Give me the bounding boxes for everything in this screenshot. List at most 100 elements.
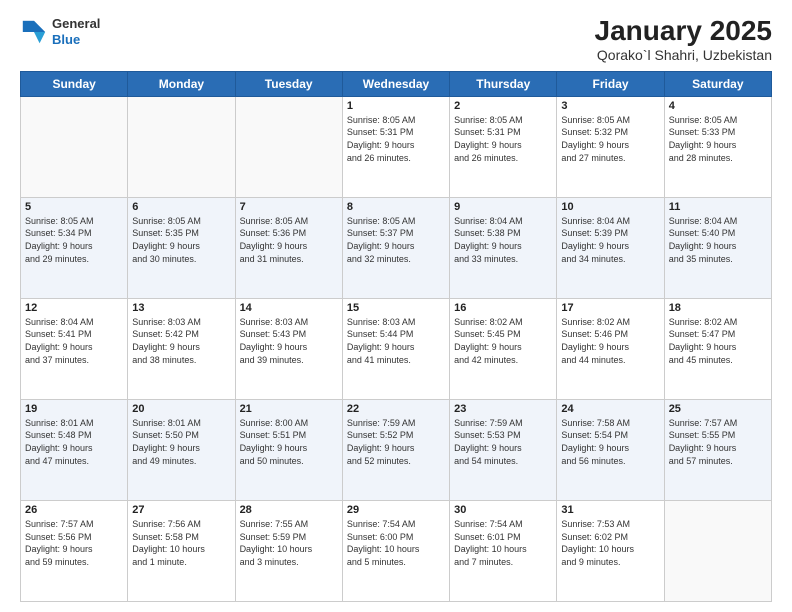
logo-text: General Blue [52, 16, 100, 47]
day-info: Sunrise: 7:54 AM Sunset: 6:01 PM Dayligh… [454, 518, 552, 568]
day-number: 13 [132, 302, 230, 314]
calendar-cell: 13 Sunrise: 8:03 AM Sunset: 5:42 PM Dayli… [128, 298, 235, 399]
day-number: 15 [347, 302, 445, 314]
day-info: Sunrise: 8:05 AM Sunset: 5:37 PM Dayligh… [347, 215, 445, 265]
day-number: 12 [25, 302, 123, 314]
calendar-cell: 29 Sunrise: 7:54 AM Sunset: 6:00 PM Dayli… [342, 500, 449, 601]
day-info: Sunrise: 8:05 AM Sunset: 5:36 PM Dayligh… [240, 215, 338, 265]
day-number: 4 [669, 100, 767, 112]
calendar-cell: 17Sunrise: 8:02 AM Sunset: 5:46 PM Dayli… [557, 298, 664, 399]
day-info: Sunrise: 7:53 AM Sunset: 6:02 PM Dayligh… [561, 518, 659, 568]
calendar-cell: 26Sunrise: 7:57 AM Sunset: 5:56 PM Dayli… [21, 500, 128, 601]
day-info: Sunrise: 7:54 AM Sunset: 6:00 PM Dayligh… [347, 518, 445, 568]
calendar-cell: 14 Sunrise: 8:03 AM Sunset: 5:43 PM Dayli… [235, 298, 342, 399]
calendar-cell: 24Sunrise: 7:58 AM Sunset: 5:54 PM Dayli… [557, 399, 664, 500]
calendar-week-row-3: 19Sunrise: 8:01 AM Sunset: 5:48 PM Dayli… [21, 399, 772, 500]
day-number: 3 [561, 100, 659, 112]
calendar-cell: 27 Sunrise: 7:56 AM Sunset: 5:58 PM Dayli… [128, 500, 235, 601]
day-number: 30 [454, 504, 552, 516]
day-number: 20 [132, 403, 230, 415]
day-info: Sunrise: 8:01 AM Sunset: 5:50 PM Dayligh… [132, 417, 230, 467]
calendar-cell [128, 96, 235, 197]
day-info: Sunrise: 8:04 AM Sunset: 5:38 PM Dayligh… [454, 215, 552, 265]
day-info: Sunrise: 8:02 AM Sunset: 5:47 PM Dayligh… [669, 316, 767, 366]
day-number: 19 [25, 403, 123, 415]
day-number: 16 [454, 302, 552, 314]
logo: General Blue [20, 16, 100, 47]
day-number: 11 [669, 201, 767, 213]
day-number: 29 [347, 504, 445, 516]
title-section: January 2025 Qorako`l Shahri, Uzbekistan [595, 16, 772, 63]
calendar-cell: 3 Sunrise: 8:05 AM Sunset: 5:32 PM Daylig… [557, 96, 664, 197]
day-number: 1 [347, 100, 445, 112]
calendar-cell: 11 Sunrise: 8:04 AM Sunset: 5:40 PM Dayli… [664, 197, 771, 298]
calendar-cell: 2 Sunrise: 8:05 AM Sunset: 5:31 PM Daylig… [450, 96, 557, 197]
calendar-week-row-0: 1 Sunrise: 8:05 AM Sunset: 5:31 PM Daylig… [21, 96, 772, 197]
day-info: Sunrise: 8:05 AM Sunset: 5:35 PM Dayligh… [132, 215, 230, 265]
day-number: 5 [25, 201, 123, 213]
day-info: Sunrise: 7:56 AM Sunset: 5:58 PM Dayligh… [132, 518, 230, 568]
day-number: 25 [669, 403, 767, 415]
logo-icon [20, 18, 48, 46]
day-number: 18 [669, 302, 767, 314]
header: General Blue January 2025 Qorako`l Shahr… [20, 16, 772, 63]
calendar-cell: 8 Sunrise: 8:05 AM Sunset: 5:37 PM Daylig… [342, 197, 449, 298]
day-info: Sunrise: 7:58 AM Sunset: 5:54 PM Dayligh… [561, 417, 659, 467]
day-info: Sunrise: 7:59 AM Sunset: 5:53 PM Dayligh… [454, 417, 552, 467]
logo-general-text: General [52, 16, 100, 31]
page-subtitle: Qorako`l Shahri, Uzbekistan [595, 47, 772, 63]
day-number: 28 [240, 504, 338, 516]
calendar-cell: 12 Sunrise: 8:04 AM Sunset: 5:41 PM Dayli… [21, 298, 128, 399]
day-number: 2 [454, 100, 552, 112]
calendar-cell: 21Sunrise: 8:00 AM Sunset: 5:51 PM Dayli… [235, 399, 342, 500]
calendar-week-row-2: 12 Sunrise: 8:04 AM Sunset: 5:41 PM Dayli… [21, 298, 772, 399]
calendar-cell: 28 Sunrise: 7:55 AM Sunset: 5:59 PM Dayli… [235, 500, 342, 601]
calendar-cell: 5 Sunrise: 8:05 AM Sunset: 5:34 PM Daylig… [21, 197, 128, 298]
day-number: 31 [561, 504, 659, 516]
calendar-cell [235, 96, 342, 197]
day-number: 14 [240, 302, 338, 314]
calendar-cell: 6Sunrise: 8:05 AM Sunset: 5:35 PM Daylig… [128, 197, 235, 298]
day-info: Sunrise: 8:05 AM Sunset: 5:32 PM Dayligh… [561, 114, 659, 164]
calendar-cell: 4 Sunrise: 8:05 AM Sunset: 5:33 PM Daylig… [664, 96, 771, 197]
calendar-table: Sunday Monday Tuesday Wednesday Thursday… [20, 71, 772, 602]
calendar-cell: 23Sunrise: 7:59 AM Sunset: 5:53 PM Dayli… [450, 399, 557, 500]
day-info: Sunrise: 8:05 AM Sunset: 5:31 PM Dayligh… [454, 114, 552, 164]
day-info: Sunrise: 8:02 AM Sunset: 5:45 PM Dayligh… [454, 316, 552, 366]
header-monday: Monday [128, 71, 235, 96]
day-number: 27 [132, 504, 230, 516]
calendar-cell: 30 Sunrise: 7:54 AM Sunset: 6:01 PM Dayli… [450, 500, 557, 601]
calendar-cell [664, 500, 771, 601]
day-info: Sunrise: 7:57 AM Sunset: 5:55 PM Dayligh… [669, 417, 767, 467]
calendar-cell: 20 Sunrise: 8:01 AM Sunset: 5:50 PM Dayli… [128, 399, 235, 500]
calendar-cell: 10Sunrise: 8:04 AM Sunset: 5:39 PM Dayli… [557, 197, 664, 298]
calendar-cell: 25 Sunrise: 7:57 AM Sunset: 5:55 PM Dayli… [664, 399, 771, 500]
day-number: 22 [347, 403, 445, 415]
calendar-cell: 9 Sunrise: 8:04 AM Sunset: 5:38 PM Daylig… [450, 197, 557, 298]
calendar-cell: 19Sunrise: 8:01 AM Sunset: 5:48 PM Dayli… [21, 399, 128, 500]
header-tuesday: Tuesday [235, 71, 342, 96]
logo-blue-text: Blue [52, 32, 80, 47]
day-info: Sunrise: 8:05 AM Sunset: 5:31 PM Dayligh… [347, 114, 445, 164]
day-number: 9 [454, 201, 552, 213]
calendar-cell: 1 Sunrise: 8:05 AM Sunset: 5:31 PM Daylig… [342, 96, 449, 197]
day-info: Sunrise: 8:02 AM Sunset: 5:46 PM Dayligh… [561, 316, 659, 366]
calendar-cell: 16 Sunrise: 8:02 AM Sunset: 5:45 PM Dayli… [450, 298, 557, 399]
day-info: Sunrise: 8:04 AM Sunset: 5:40 PM Dayligh… [669, 215, 767, 265]
day-info: Sunrise: 8:04 AM Sunset: 5:39 PM Dayligh… [561, 215, 659, 265]
day-info: Sunrise: 8:03 AM Sunset: 5:43 PM Dayligh… [240, 316, 338, 366]
page: General Blue January 2025 Qorako`l Shahr… [0, 0, 792, 612]
day-number: 21 [240, 403, 338, 415]
day-info: Sunrise: 7:55 AM Sunset: 5:59 PM Dayligh… [240, 518, 338, 568]
calendar-cell: 18 Sunrise: 8:02 AM Sunset: 5:47 PM Dayli… [664, 298, 771, 399]
calendar-cell: 7Sunrise: 8:05 AM Sunset: 5:36 PM Daylig… [235, 197, 342, 298]
day-info: Sunrise: 8:05 AM Sunset: 5:33 PM Dayligh… [669, 114, 767, 164]
day-info: Sunrise: 8:03 AM Sunset: 5:42 PM Dayligh… [132, 316, 230, 366]
day-info: Sunrise: 8:03 AM Sunset: 5:44 PM Dayligh… [347, 316, 445, 366]
calendar-cell: 31 Sunrise: 7:53 AM Sunset: 6:02 PM Dayli… [557, 500, 664, 601]
calendar-cell [21, 96, 128, 197]
day-info: Sunrise: 8:05 AM Sunset: 5:34 PM Dayligh… [25, 215, 123, 265]
day-number: 8 [347, 201, 445, 213]
calendar-cell: 22Sunrise: 7:59 AM Sunset: 5:52 PM Dayli… [342, 399, 449, 500]
day-info: Sunrise: 8:04 AM Sunset: 5:41 PM Dayligh… [25, 316, 123, 366]
